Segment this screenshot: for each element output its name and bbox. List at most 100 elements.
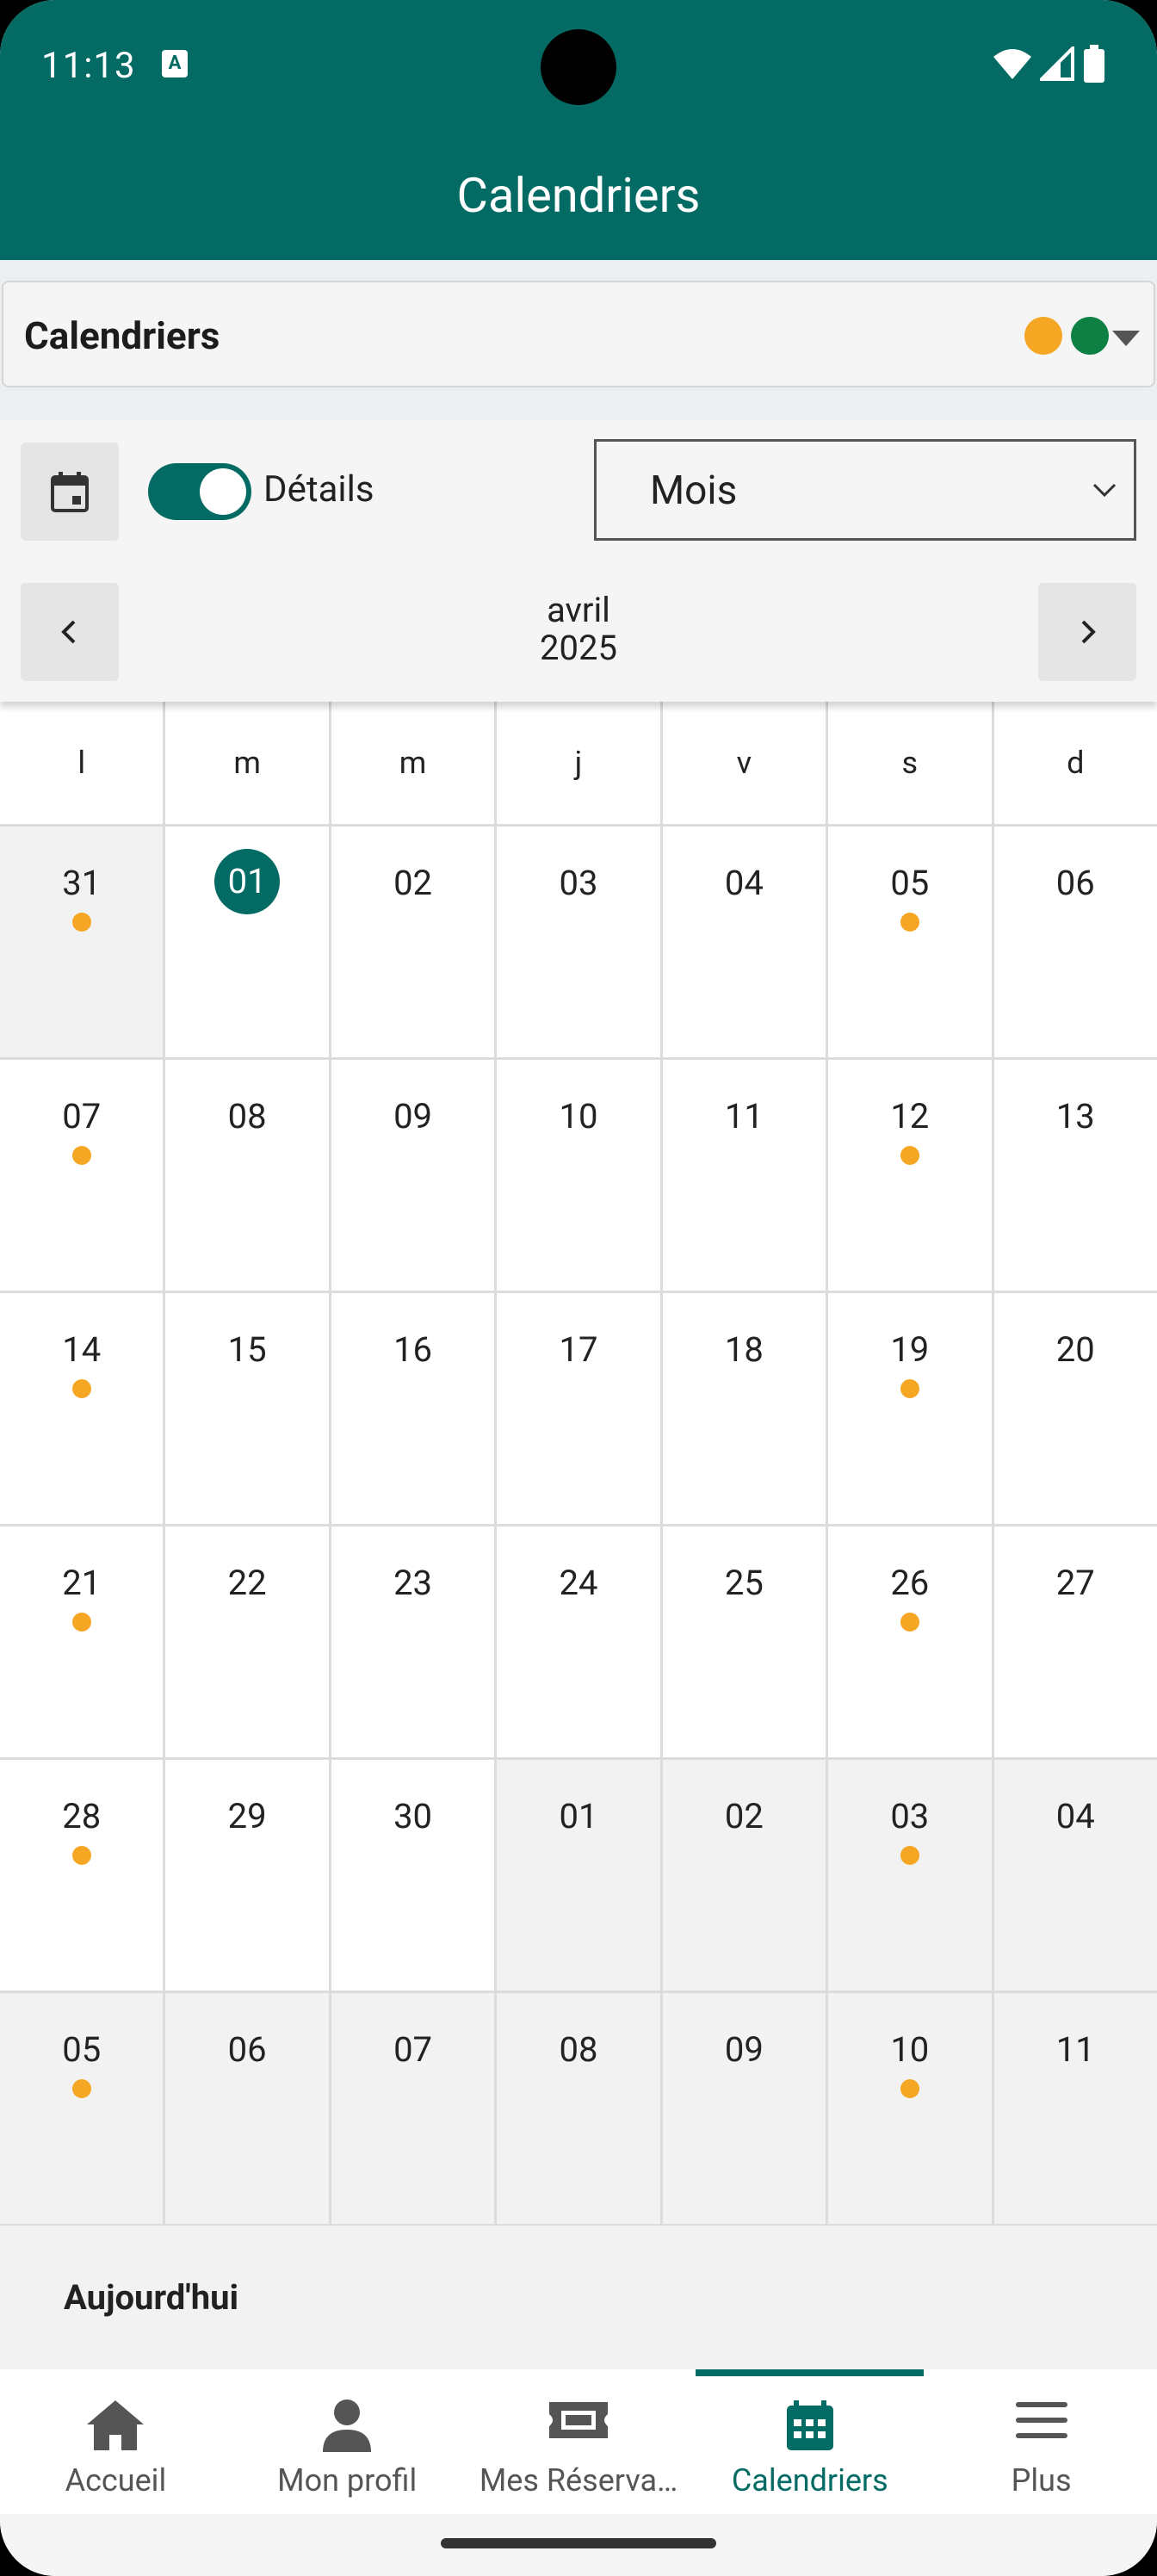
event-dot <box>71 913 91 932</box>
calendar-weeks: 31 01 02 03 04 05 06 07 08 09 10 11 12 13 14 15 16 17 18 19… <box>0 827 1157 2226</box>
day-cell[interactable]: 10 <box>828 1993 994 2224</box>
day-cell[interactable]: 28 <box>0 1760 166 1991</box>
day-cell[interactable]: 15 <box>165 1293 331 1524</box>
day-cell[interactable]: 11 <box>662 1060 829 1291</box>
event-dot <box>71 1846 91 1865</box>
day-cell[interactable]: 18 <box>662 1293 829 1524</box>
day-number: 25 <box>724 1563 764 1603</box>
day-number: 01 <box>214 849 281 914</box>
day-cell[interactable]: 06 <box>165 1993 331 2224</box>
day-cell[interactable]: 04 <box>993 1760 1157 1991</box>
day-cell[interactable]: 08 <box>165 1060 331 1291</box>
nav-label: Accueil <box>65 2462 167 2499</box>
bottom-navigation: Accueil Mon profil Mes Réserva… Calendri… <box>0 2369 1157 2514</box>
day-cell[interactable]: 29 <box>165 1760 331 1991</box>
day-cell[interactable]: 09 <box>331 1060 498 1291</box>
controls-row: Détails Mois <box>0 420 1157 562</box>
day-cell[interactable]: 14 <box>0 1293 166 1524</box>
day-number: 02 <box>724 1796 764 1836</box>
day-cell[interactable]: 03 <box>497 827 663 1057</box>
day-cell[interactable]: 07 <box>331 1993 498 2224</box>
day-cell[interactable]: 13 <box>993 1060 1157 1291</box>
day-cell[interactable]: 02 <box>331 827 498 1057</box>
day-cell[interactable]: 08 <box>497 1993 663 2224</box>
day-number: 11 <box>724 1096 764 1136</box>
day-number: 01 <box>559 1796 598 1836</box>
today-section: Aujourd'hui <box>0 2226 1157 2370</box>
day-number: 21 <box>62 1563 102 1603</box>
day-number: 26 <box>890 1563 930 1603</box>
day-cell[interactable]: 11 <box>993 1993 1157 2224</box>
day-number: 04 <box>724 863 764 903</box>
day-cell[interactable]: 24 <box>497 1526 663 1757</box>
day-cell[interactable]: 12 <box>828 1060 994 1291</box>
day-cell[interactable]: 23 <box>331 1526 498 1757</box>
day-cell[interactable]: 01 <box>497 1760 663 1991</box>
nav-item-plus[interactable]: Plus <box>925 2369 1157 2514</box>
weekday-label: j <box>497 702 663 824</box>
day-cell[interactable]: 27 <box>993 1526 1157 1757</box>
day-number: 18 <box>724 1329 764 1370</box>
caret-down-icon[interactable] <box>1112 331 1140 346</box>
day-number: 05 <box>62 2029 102 2070</box>
day-cell[interactable]: 05 <box>0 1993 166 2224</box>
nav-item-calendriers[interactable]: Calendriers <box>694 2369 925 2514</box>
day-cell[interactable]: 09 <box>662 1993 829 2224</box>
day-cell[interactable]: 04 <box>662 827 829 1057</box>
day-cell[interactable]: 06 <box>993 827 1157 1057</box>
notification-icon: A <box>162 50 188 77</box>
day-cell[interactable]: 03 <box>828 1760 994 1991</box>
day-cell[interactable]: 25 <box>662 1526 829 1757</box>
nav-label: Calendriers <box>731 2462 888 2499</box>
day-cell[interactable]: 10 <box>497 1060 663 1291</box>
calendar-week-row: 05 06 07 08 09 10 11 <box>0 1993 1157 2226</box>
day-number: 08 <box>559 2029 598 2070</box>
calendar-icon <box>51 472 89 512</box>
nav-item-accueil[interactable]: Accueil <box>0 2369 232 2514</box>
day-number: 23 <box>393 1563 433 1603</box>
day-cell[interactable]: 20 <box>993 1293 1157 1524</box>
nav-item-mon-profil[interactable]: Mon profil <box>232 2369 463 2514</box>
day-cell[interactable]: 31 <box>0 827 166 1057</box>
day-cell[interactable]: 21 <box>0 1526 166 1757</box>
event-dot <box>71 1146 91 1165</box>
day-number: 13 <box>1055 1096 1095 1136</box>
event-dot <box>900 1379 919 1398</box>
day-number: 10 <box>890 2029 930 2070</box>
calendar-grid: l m m j v s d 31 01 02 03 04 05 06 07 08 09 10 11 12… <box>0 702 1157 2226</box>
day-number: 09 <box>724 2029 764 2070</box>
calendar-color-orange <box>1024 317 1062 355</box>
day-cell[interactable]: 22 <box>165 1526 331 1757</box>
day-cell-today[interactable]: 01 <box>165 827 331 1057</box>
day-number: 15 <box>227 1329 267 1370</box>
app-header: 11:13 A Calendriers <box>0 0 1157 260</box>
today-label: Aujourd'hui <box>64 2277 239 2318</box>
day-cell[interactable]: 26 <box>828 1526 994 1757</box>
weekday-label: l <box>0 702 166 824</box>
details-toggle[interactable] <box>148 463 251 520</box>
day-cell[interactable]: 17 <box>497 1293 663 1524</box>
day-number: 20 <box>1055 1329 1095 1370</box>
nav-item-mes-reservations[interactable]: Mes Réserva… <box>463 2369 695 2514</box>
gesture-handle[interactable] <box>441 2538 716 2548</box>
page-title: Calendriers <box>456 167 701 224</box>
day-cell[interactable]: 07 <box>0 1060 166 1291</box>
event-dot <box>900 1146 919 1165</box>
day-number: 03 <box>559 863 598 903</box>
event-dot <box>71 1613 91 1632</box>
day-cell[interactable]: 19 <box>828 1293 994 1524</box>
calendar-selector-title: Calendriers <box>24 313 220 358</box>
day-cell[interactable]: 02 <box>662 1760 829 1991</box>
toggle-knob <box>200 468 246 515</box>
day-cell[interactable]: 05 <box>828 827 994 1057</box>
day-number: 14 <box>62 1329 102 1370</box>
day-cell[interactable]: 16 <box>331 1293 498 1524</box>
day-cell[interactable]: 30 <box>331 1760 498 1991</box>
ticket-icon <box>548 2402 608 2438</box>
menu-icon <box>1015 2402 1067 2438</box>
date-picker-button[interactable] <box>21 443 119 541</box>
view-select[interactable]: Mois <box>594 439 1136 541</box>
calendar-selector[interactable]: Calendriers <box>2 281 1155 387</box>
next-month-button[interactable] <box>1038 583 1136 681</box>
battery-icon <box>1084 45 1104 83</box>
